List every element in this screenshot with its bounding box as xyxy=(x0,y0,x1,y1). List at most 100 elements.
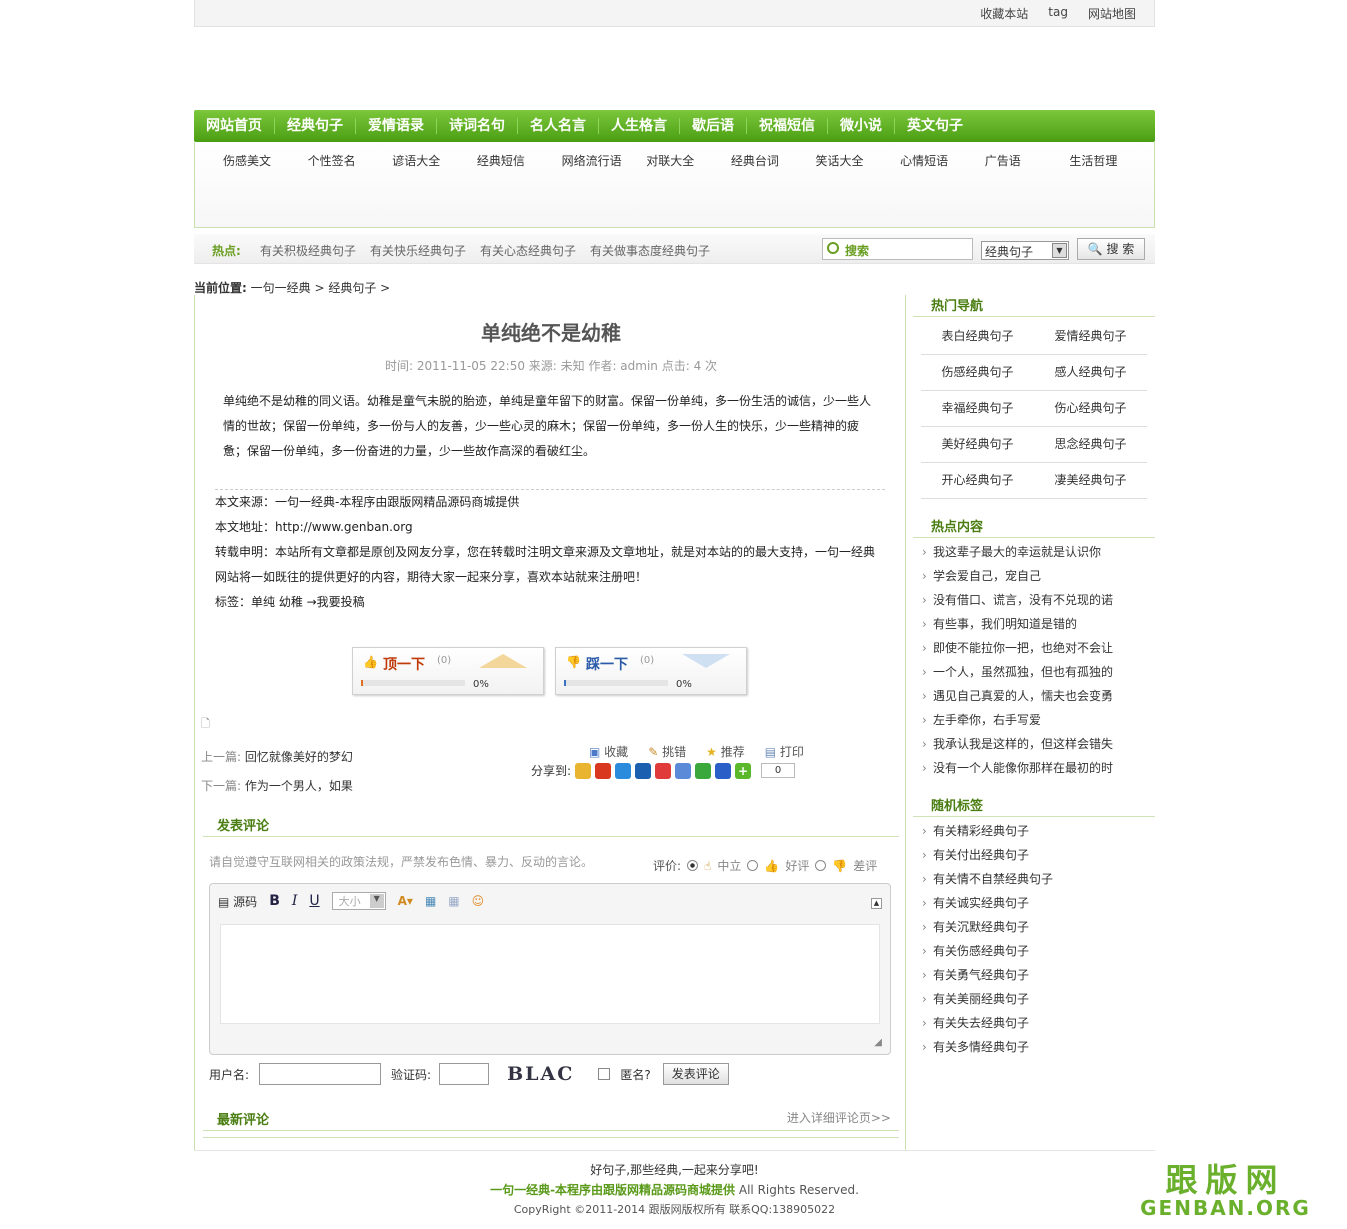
username-input[interactable] xyxy=(259,1063,382,1085)
random-tag-item[interactable]: 有关伤感经典句子 xyxy=(919,939,1053,963)
rating-neutral-radio[interactable] xyxy=(687,860,699,871)
hot-nav-item[interactable]: 伤感经典句子 xyxy=(921,355,1034,391)
random-tag-item[interactable]: 有关勇气经典句子 xyxy=(919,963,1053,987)
sitemap-link[interactable]: 网站地图 xyxy=(1088,5,1136,22)
more-comments-link[interactable]: 进入详细评论页>> xyxy=(787,1109,891,1126)
random-tag-item[interactable]: 有关情不自禁经典句子 xyxy=(919,867,1053,891)
favorite-button[interactable]: ▣ 收藏 xyxy=(589,743,628,760)
nav-item-8[interactable]: 微小说 xyxy=(828,118,895,134)
hot-content-item[interactable]: 我这辈子最大的幸运就是认识你 xyxy=(919,540,1113,564)
hot-nav-item[interactable]: 感人经典句子 xyxy=(1034,355,1147,391)
random-tag-item[interactable]: 有关付出经典句子 xyxy=(919,843,1053,867)
random-tag-item[interactable]: 有关多情经典句子 xyxy=(919,1035,1053,1059)
search-button[interactable]: 🔍 搜 索 xyxy=(1077,238,1145,260)
random-tag-item[interactable]: 有关诚实经典句子 xyxy=(919,891,1053,915)
hot-content-item[interactable]: 没有借口、谎言，没有不兑现的诺 xyxy=(919,588,1113,612)
article-url[interactable]: 本文地址：http://www.genban.org xyxy=(215,515,885,540)
hot-nav-item[interactable]: 凄美经典句子 xyxy=(1034,463,1147,499)
smiley-icon[interactable]: ☺ xyxy=(472,894,485,908)
subnav-item-5[interactable]: 对联大全 xyxy=(646,152,731,169)
renren-icon[interactable] xyxy=(635,762,652,779)
subnav-item-7[interactable]: 笑话大全 xyxy=(815,152,900,169)
baidu-icon[interactable] xyxy=(715,762,732,779)
hot-link-1[interactable]: 有关快乐经典句子 xyxy=(370,242,466,259)
subnav-item-8[interactable]: 心情短语 xyxy=(900,152,985,169)
random-tag-item[interactable]: 有关精彩经典句子 xyxy=(919,819,1053,843)
subnav-item-4[interactable]: 网络流行语 xyxy=(562,152,647,169)
insert-image-icon[interactable]: ▦ xyxy=(425,894,436,908)
nav-item-9[interactable]: 英文句子 xyxy=(895,118,975,134)
hot-content-item[interactable]: 左手牵你，右手写爱 xyxy=(919,708,1113,732)
print-button[interactable]: ▤ 打印 xyxy=(765,743,804,760)
subnav-item-1[interactable]: 个性签名 xyxy=(308,152,393,169)
subnav-item-0[interactable]: 伤感美文 xyxy=(223,152,308,169)
nav-item-4[interactable]: 名人名言 xyxy=(518,118,599,134)
hot-content-item[interactable]: 即使不能拉你一把，也绝对不会让 xyxy=(919,636,1113,660)
nav-item-5[interactable]: 人生格言 xyxy=(599,118,680,134)
nav-item-0[interactable]: 网站首页 xyxy=(194,118,275,134)
breadcrumb-path[interactable]: 一句一经典 > 经典句子 > xyxy=(251,281,391,295)
hot-nav-item[interactable]: 表白经典句子 xyxy=(921,319,1034,355)
nav-item-6[interactable]: 歇后语 xyxy=(680,118,747,134)
hot-content-item[interactable]: 有些事，我们明知道是错的 xyxy=(919,612,1113,636)
comment-textarea[interactable] xyxy=(220,924,880,1024)
text-color-icon[interactable]: A▾ xyxy=(398,894,413,908)
random-tag-item[interactable]: 有关美丽经典句子 xyxy=(919,987,1053,1011)
random-tag-item[interactable]: 有关沉默经典句子 xyxy=(919,915,1053,939)
qq-weibo-icon[interactable] xyxy=(615,762,632,779)
subnav-item-6[interactable]: 经典台词 xyxy=(731,152,816,169)
captcha-input[interactable] xyxy=(439,1063,490,1085)
source-button[interactable]: ▤ 源码 xyxy=(218,893,257,910)
hot-nav-item[interactable]: 幸福经典句子 xyxy=(921,391,1034,427)
hot-content-item[interactable]: 我承认我是这样的，但这样会错失 xyxy=(919,732,1113,756)
nav-item-7[interactable]: 祝福短信 xyxy=(747,118,828,134)
insert-flash-icon[interactable]: ▦ xyxy=(448,894,459,908)
hot-link-0[interactable]: 有关积极经典句子 xyxy=(260,242,356,259)
qzone-icon[interactable] xyxy=(575,762,592,779)
bookmark-link[interactable]: 收藏本站 xyxy=(980,5,1028,22)
hot-link-2[interactable]: 有关心态经典句子 xyxy=(480,242,576,259)
hot-content-item[interactable]: 遇见自己真爱的人，懦夫也会变勇 xyxy=(919,684,1113,708)
subnav-item-10[interactable]: 生活哲理 xyxy=(1069,152,1154,169)
italic-button[interactable]: I xyxy=(292,893,298,909)
nav-item-3[interactable]: 诗词名句 xyxy=(437,118,518,134)
subnav-item-9[interactable]: 广告语 xyxy=(985,152,1070,169)
hot-content-item[interactable]: 没有一个人能像你那样在最初的时 xyxy=(919,756,1113,780)
search-category-select[interactable]: 经典句子 ▼ xyxy=(981,241,1069,260)
vote-up-button[interactable]: 👍 顶一下 (0) 0% xyxy=(352,647,544,695)
vote-down-button[interactable]: 👎 踩一下 (0) 0% xyxy=(555,647,747,695)
hot-nav-item[interactable]: 开心经典句子 xyxy=(921,463,1034,499)
weibo-icon[interactable] xyxy=(595,762,612,779)
rating-bad-radio[interactable] xyxy=(815,860,827,871)
hot-nav-item[interactable]: 思念经典句子 xyxy=(1034,427,1147,463)
rating-good-radio[interactable] xyxy=(747,860,759,871)
nav-item-2[interactable]: 爱情语录 xyxy=(356,118,437,134)
next-article[interactable]: 下一篇: 作为一个男人，如果 xyxy=(201,777,353,794)
hot-content-item[interactable]: 学会爱自己，宠自己 xyxy=(919,564,1113,588)
qq-icon[interactable] xyxy=(675,762,692,779)
hot-nav-item[interactable]: 伤心经典句子 xyxy=(1034,391,1147,427)
plus-icon[interactable]: + xyxy=(735,762,752,779)
tag-link[interactable]: tag xyxy=(1048,5,1068,22)
clover-icon[interactable] xyxy=(695,762,712,779)
collapse-icon[interactable]: ▲ xyxy=(871,898,882,909)
subnav-item-3[interactable]: 经典短信 xyxy=(477,152,562,169)
hot-content-item[interactable]: 一个人，虽然孤独，但也有孤独的 xyxy=(919,660,1113,684)
font-size-select[interactable]: 大小 ▼ xyxy=(331,892,386,910)
report-error-button[interactable]: ✎ 挑错 xyxy=(648,743,686,760)
underline-button[interactable]: U xyxy=(309,893,319,909)
article-tags[interactable]: 标签：单纯 幼稚 →我要投稿 xyxy=(215,590,885,615)
anonymous-checkbox[interactable] xyxy=(598,1068,611,1080)
captcha-image[interactable]: BLAC xyxy=(507,1063,574,1085)
search-input[interactable]: 搜索 xyxy=(822,238,973,260)
hot-link-3[interactable]: 有关做事态度经典句子 xyxy=(590,242,710,259)
prev-article[interactable]: 上一篇: 回忆就像美好的梦幻 xyxy=(201,748,353,765)
recommend-button[interactable]: ★ 推荐 xyxy=(706,743,745,760)
random-tag-item[interactable]: 有关失去经典句子 xyxy=(919,1011,1053,1035)
subnav-item-2[interactable]: 谚语大全 xyxy=(392,152,477,169)
hot-nav-item[interactable]: 美好经典句子 xyxy=(921,427,1034,463)
resize-handle-icon[interactable]: ◢ xyxy=(874,1037,882,1048)
bold-button[interactable]: B xyxy=(269,893,280,909)
submit-comment-button[interactable]: 发表评论 xyxy=(662,1063,729,1085)
kaixin-icon[interactable] xyxy=(655,762,672,779)
